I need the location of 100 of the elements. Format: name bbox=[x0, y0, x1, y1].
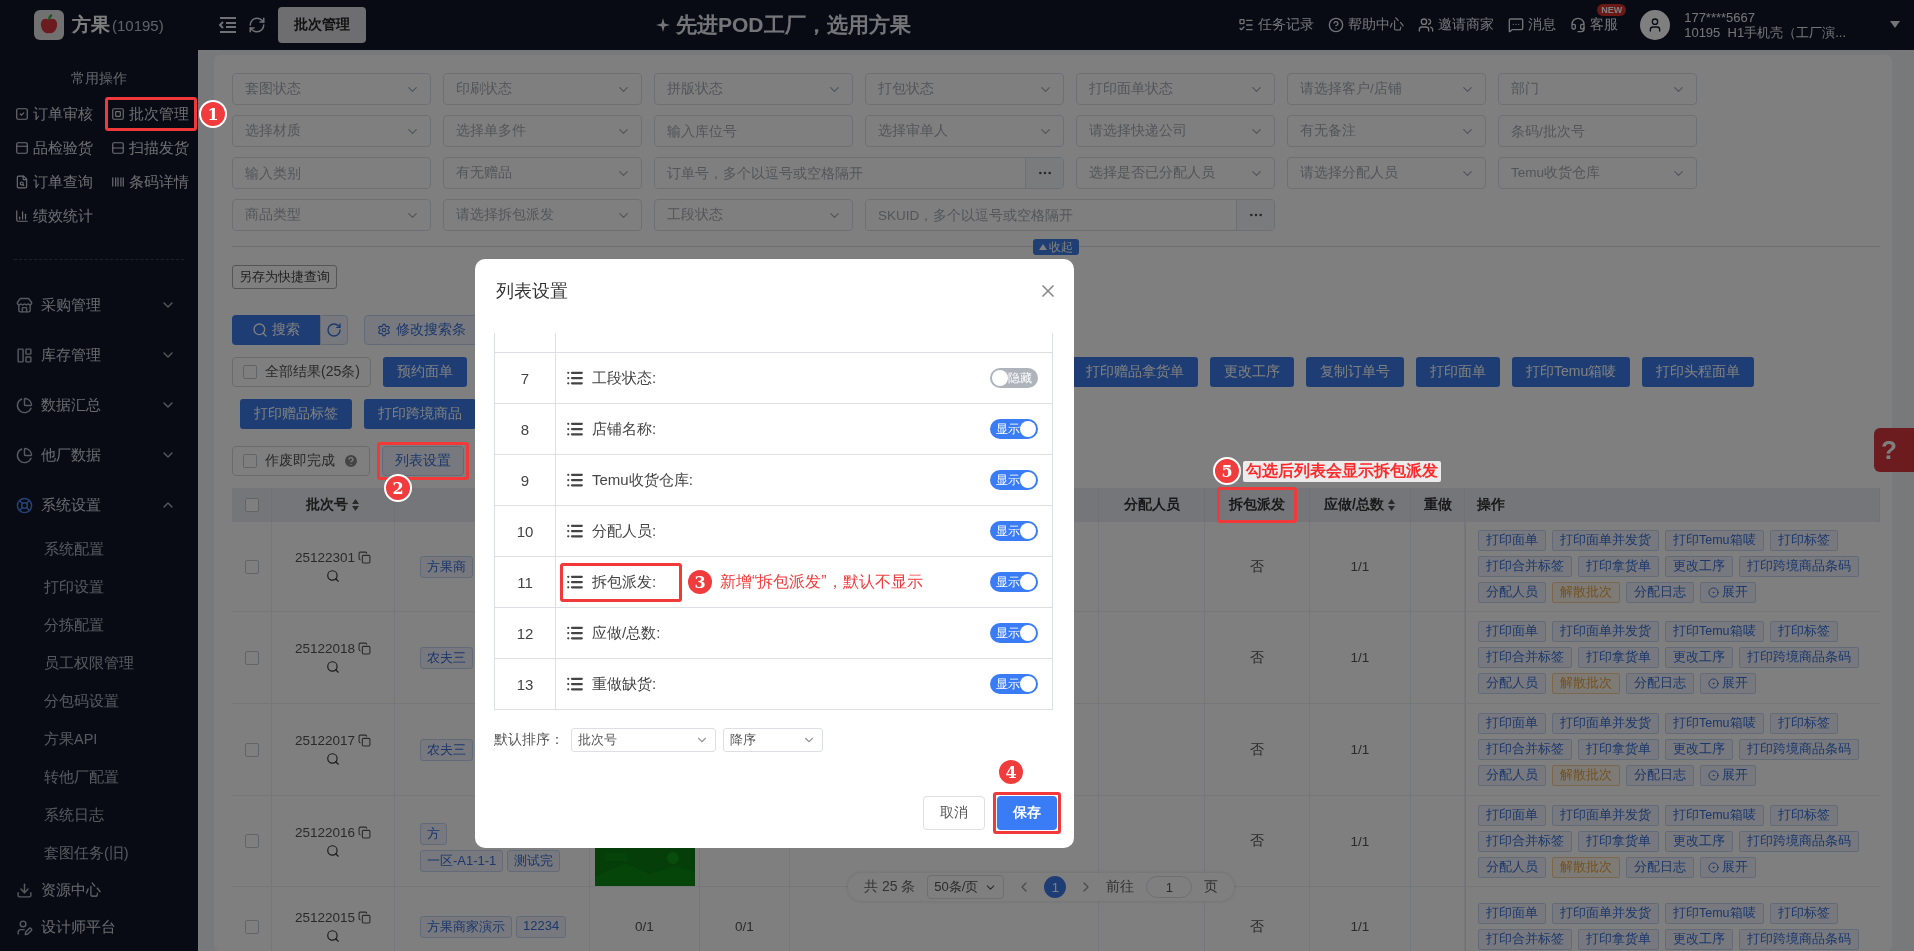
action-button[interactable]: 更改工序 bbox=[1665, 556, 1733, 577]
action-button[interactable]: 打印面单 bbox=[1478, 713, 1546, 734]
page-number[interactable]: 1 bbox=[1044, 876, 1067, 898]
action-button[interactable]: 打印面单 bbox=[1478, 530, 1546, 551]
dropdown-field[interactable]: 批次号 bbox=[571, 728, 716, 752]
action-button[interactable]: 分配人员 bbox=[1478, 856, 1546, 878]
quick-link[interactable]: 批次管理 bbox=[111, 102, 189, 126]
quick-link[interactable]: 绩效统计 bbox=[15, 204, 93, 228]
action-button[interactable]: 解散批次 bbox=[1552, 582, 1620, 603]
action-button[interactable]: 打印拿货单 bbox=[1578, 556, 1659, 577]
toggle-switch[interactable]: 显示 bbox=[990, 521, 1038, 541]
action-button[interactable]: 更改工序 bbox=[1210, 357, 1294, 387]
action-button[interactable]: 更改工序 bbox=[1665, 830, 1733, 852]
action-button[interactable]: 打印面单 bbox=[1478, 903, 1546, 924]
column-header[interactable]: 操作 bbox=[1477, 496, 1505, 514]
submenu-item[interactable]: 方果API bbox=[0, 720, 198, 758]
action-button[interactable]: 打印跨境商品条码 bbox=[1739, 830, 1859, 852]
action-button[interactable]: 打印拿货单 bbox=[1578, 830, 1659, 852]
column-header[interactable]: 应做/总数 bbox=[1324, 496, 1384, 514]
action-button[interactable]: 打印合并标签 bbox=[1478, 929, 1572, 950]
action-button[interactable]: 打印赠品标签 bbox=[240, 399, 352, 429]
list-settings-button[interactable]: 列表设置 bbox=[382, 446, 464, 476]
submenu-item[interactable]: 员工权限管理 bbox=[0, 644, 198, 682]
header-link[interactable]: 邀请商家 bbox=[1418, 16, 1495, 34]
all-results-checkbox[interactable]: 全部结果(25条) bbox=[232, 357, 371, 387]
action-button[interactable]: 解散批次 bbox=[1552, 856, 1620, 878]
column-header[interactable]: 拆包派发 bbox=[1229, 496, 1285, 514]
action-button[interactable]: 打印拿货单 bbox=[1578, 647, 1659, 668]
action-button[interactable]: 复制订单号 bbox=[1306, 357, 1404, 387]
menu-item[interactable]: 采购管理 bbox=[0, 280, 198, 330]
action-button[interactable]: 打印面单并发货 bbox=[1552, 903, 1659, 924]
action-button[interactable]: 打印Temu箱唛 bbox=[1512, 357, 1631, 387]
submenu-item[interactable]: 系统日志 bbox=[0, 796, 198, 834]
header-link[interactable]: 任务记录 bbox=[1238, 16, 1315, 34]
action-button[interactable]: 打印标签 bbox=[1769, 530, 1838, 551]
page-input[interactable]: 1 bbox=[1146, 876, 1193, 898]
action-button[interactable]: 打印合并标签 bbox=[1478, 830, 1572, 852]
action-button[interactable]: 打印标签 bbox=[1769, 804, 1838, 826]
action-button[interactable]: 解散批次 bbox=[1552, 765, 1620, 786]
submenu-item[interactable]: 分包码设置 bbox=[0, 682, 198, 720]
action-button[interactable]: 解散批次 bbox=[1552, 673, 1620, 694]
quick-link[interactable]: 条码详情 bbox=[111, 170, 189, 194]
toggle-switch[interactable]: 显示 bbox=[990, 470, 1038, 490]
action-button[interactable]: 打印标签 bbox=[1769, 621, 1838, 642]
action-button[interactable]: 打印面单 bbox=[1416, 357, 1500, 387]
action-button[interactable]: 打印面单并发货 bbox=[1552, 713, 1659, 734]
action-button[interactable]: 打印赠品拿货单 bbox=[1072, 357, 1198, 387]
action-button[interactable]: 分配人员 bbox=[1478, 582, 1546, 603]
quick-link[interactable]: 订单审核 bbox=[15, 102, 93, 126]
action-button[interactable]: 打印跨境商品条码 bbox=[1739, 647, 1859, 668]
action-button[interactable]: 打印Temu箱唛 bbox=[1665, 804, 1764, 826]
action-button[interactable]: 打印Temu箱唛 bbox=[1665, 903, 1764, 924]
action-button[interactable]: 分配日志 bbox=[1626, 582, 1694, 603]
action-button[interactable]: 打印标签 bbox=[1769, 903, 1838, 924]
action-button[interactable]: 更改工序 bbox=[1665, 929, 1733, 950]
action-button[interactable]: 展开 bbox=[1700, 856, 1756, 878]
action-button[interactable]: 打印合并标签 bbox=[1478, 739, 1572, 760]
column-header[interactable]: 批次号 bbox=[306, 496, 348, 514]
action-button[interactable]: 打印Temu箱唛 bbox=[1665, 621, 1764, 642]
action-button[interactable]: 展开 bbox=[1700, 673, 1756, 694]
toggle-switch[interactable]: 显示 bbox=[990, 419, 1038, 439]
submenu-item[interactable]: 套图任务(旧) bbox=[0, 834, 198, 872]
action-button[interactable]: 打印合并标签 bbox=[1478, 556, 1572, 577]
action-button[interactable]: 展开 bbox=[1700, 582, 1756, 603]
action-button[interactable]: 展开 bbox=[1700, 765, 1756, 786]
action-button[interactable]: 打印面单并发货 bbox=[1552, 621, 1659, 642]
toggle-switch[interactable]: 显示 bbox=[990, 674, 1038, 694]
action-button[interactable]: 分配人员 bbox=[1478, 673, 1546, 694]
save-query-button[interactable]: 另存为快捷查询 bbox=[232, 265, 337, 289]
action-button[interactable]: 分配人员 bbox=[1478, 765, 1546, 786]
search-button[interactable]: 搜索 bbox=[232, 315, 320, 345]
action-button[interactable]: 分配日志 bbox=[1626, 856, 1694, 878]
menu-item[interactable]: 资源中心 bbox=[0, 872, 198, 909]
cancel-button[interactable]: 取消 bbox=[923, 796, 985, 830]
action-button[interactable]: 打印跨境商品 bbox=[364, 399, 476, 429]
save-button[interactable]: 保存 bbox=[997, 796, 1057, 830]
action-button[interactable]: 分配日志 bbox=[1626, 765, 1694, 786]
submenu-item[interactable]: 打印设置 bbox=[0, 568, 198, 606]
column-header[interactable]: 重做 bbox=[1423, 496, 1452, 514]
help-tab[interactable]: ? bbox=[1874, 428, 1914, 472]
submenu-item[interactable]: 转他厂配置 bbox=[0, 758, 198, 796]
action-button[interactable]: 打印跨境商品条码 bbox=[1739, 739, 1859, 760]
action-button[interactable]: 打印面单并发货 bbox=[1552, 804, 1659, 826]
column-header[interactable]: 分配人员 bbox=[1123, 496, 1180, 514]
action-button[interactable]: 打印标签 bbox=[1769, 713, 1838, 734]
action-button[interactable]: 打印Temu箱唛 bbox=[1665, 530, 1764, 551]
menu-item[interactable]: 库存管理 bbox=[0, 330, 198, 380]
page-size-select[interactable]: 50条/页 bbox=[927, 875, 1005, 899]
toggle-switch[interactable]: 显示 bbox=[990, 572, 1038, 592]
action-button[interactable]: 打印头程面单 bbox=[1642, 357, 1755, 387]
submenu-item[interactable]: 分拣配置 bbox=[0, 606, 198, 644]
menu-item[interactable]: 系统设置 bbox=[0, 480, 198, 530]
action-button[interactable]: 分配日志 bbox=[1626, 673, 1694, 694]
page-tab[interactable]: 批次管理 bbox=[278, 7, 366, 43]
quick-link[interactable]: 扫描发货 bbox=[111, 136, 189, 160]
action-button[interactable]: 打印拿货单 bbox=[1578, 739, 1659, 760]
menu-item[interactable]: 设计师平台 bbox=[0, 909, 198, 946]
submenu-item[interactable]: 系统配置 bbox=[0, 530, 198, 568]
quick-link[interactable]: 品检验货 bbox=[15, 136, 93, 160]
header-link[interactable]: 消息 bbox=[1508, 16, 1557, 34]
